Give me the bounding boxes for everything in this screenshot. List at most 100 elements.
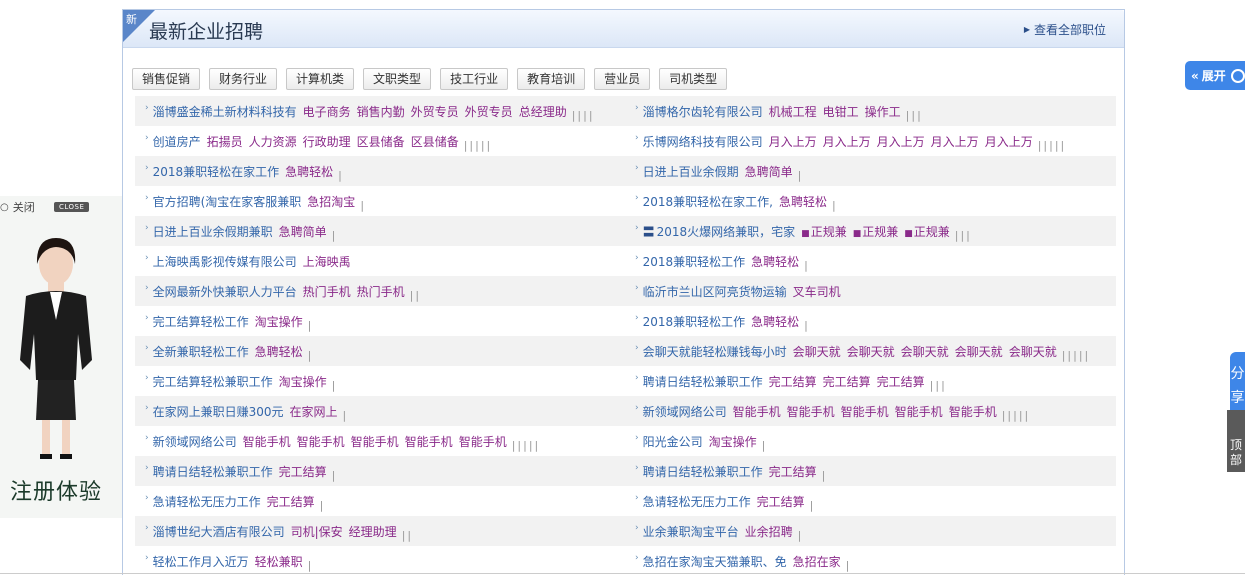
job-tag-link[interactable]: 急聘轻松 (751, 253, 799, 270)
job-tag-link[interactable]: 急聘轻松 (751, 313, 799, 330)
job-tag-link[interactable]: 会聊天就 (847, 343, 895, 360)
back-to-top-button[interactable]: 顶部 (1227, 410, 1245, 472)
company-link[interactable]: 2018兼职轻松工作 (643, 313, 746, 330)
company-link[interactable]: 急请轻松无压力工作 (643, 493, 751, 510)
job-tag-link[interactable]: 外贸专员 (411, 103, 459, 120)
job-tag-link[interactable]: 机械工程 (769, 103, 817, 120)
company-link[interactable]: 急招在家淘宝天猫兼职、免 (643, 553, 787, 570)
job-tag-link[interactable]: 电子商务 (303, 103, 351, 120)
job-tag-link[interactable]: 会聊天就 (955, 343, 1003, 360)
company-link[interactable]: 2018兼职轻松在家工作, (643, 193, 773, 210)
job-tag-link[interactable]: 智能手机 (243, 433, 291, 450)
job-tag-link[interactable]: 月入上万 (823, 133, 871, 150)
category-button[interactable]: 教育培训 (517, 68, 586, 90)
ad-register-cta[interactable]: 注册体验 (10, 474, 102, 506)
job-tag-link[interactable]: 急聘简单 (745, 163, 793, 180)
category-button[interactable]: 营业员 (594, 68, 651, 90)
job-tag-link[interactable]: 正规兼 (904, 223, 950, 240)
job-tag-link[interactable]: 急招在家 (793, 553, 841, 570)
job-tag-link[interactable]: 完工结算 (757, 493, 805, 510)
job-tag-link[interactable]: 会聊天就 (793, 343, 841, 360)
job-tag-link[interactable]: 淘宝操作 (255, 313, 303, 330)
job-tag-link[interactable]: 业余招聘 (745, 523, 793, 540)
job-tag-link[interactable]: 完工结算 (877, 373, 925, 390)
job-tag-link[interactable]: 智能手机 (351, 433, 399, 450)
company-link[interactable]: 乐博网络科技有限公司 (643, 133, 763, 150)
job-tag-link[interactable]: 电钳工 (823, 103, 859, 120)
company-link[interactable]: 临沂市兰山区阿亮货物运输 (643, 283, 787, 300)
job-tag-link[interactable]: 急聘轻松 (255, 343, 303, 360)
job-tag-link[interactable]: 热门手机 (303, 283, 351, 300)
company-link[interactable]: 业余兼职淘宝平台 (643, 523, 739, 540)
company-link[interactable]: 淄博盛金稀土新材料科技有 (153, 103, 297, 120)
company-link[interactable]: 淄博格尔齿轮有限公司 (643, 103, 763, 120)
ad-close-badge[interactable]: CLOSE (54, 202, 90, 212)
job-tag-link[interactable]: 月入上万 (985, 133, 1033, 150)
job-tag-link[interactable]: 月入上万 (769, 133, 817, 150)
left-floating-ad[interactable]: ○ 关闭 CLOSE 注册体验 (0, 196, 122, 518)
company-link[interactable]: 2018兼职轻松在家工作 (153, 163, 280, 180)
category-button[interactable]: 文职类型 (363, 68, 432, 90)
job-tag-link[interactable]: 急聘轻松 (285, 163, 333, 180)
job-tag-link[interactable]: 操作工 (865, 103, 901, 120)
job-tag-link[interactable]: 销售内勤 (357, 103, 405, 120)
job-tag-link[interactable]: 司机|保安 (291, 523, 343, 540)
job-tag-link[interactable]: 智能手机 (949, 403, 997, 420)
job-tag-link[interactable]: 月入上万 (877, 133, 925, 150)
job-tag-link[interactable]: 拓揚员 (207, 133, 243, 150)
job-tag-link[interactable]: 淘宝操作 (709, 433, 757, 450)
job-tag-link[interactable]: 正规兼 (853, 223, 898, 240)
company-link[interactable]: 全网最新外快兼职人力平台 (153, 283, 297, 300)
job-tag-link[interactable]: 智能手机 (733, 403, 781, 420)
company-link[interactable]: 聘请日结轻松兼职工作 (153, 463, 273, 480)
category-button[interactable]: 计算机类 (286, 68, 355, 90)
job-tag-link[interactable]: 正规兼 (801, 223, 847, 240)
company-link[interactable]: 完工结算轻松工作 (153, 313, 249, 330)
company-link[interactable]: 淄博世纪大酒店有限公司 (153, 523, 285, 540)
company-link[interactable]: 新领域网络公司 (153, 433, 237, 450)
job-tag-link[interactable]: 轻松兼职 (255, 553, 303, 570)
job-tag-link[interactable]: 完工结算 (823, 373, 871, 390)
company-link[interactable]: 日进上百业余假期 (643, 163, 739, 180)
job-tag-link[interactable]: 月入上万 (931, 133, 979, 150)
company-link[interactable]: 官方招聘(淘宝在家客服兼职 (153, 193, 302, 210)
job-tag-link[interactable]: 区县储备 (357, 133, 405, 150)
category-button[interactable]: 技工行业 (440, 68, 509, 90)
job-tag-link[interactable]: 智能手机 (405, 433, 453, 450)
job-tag-link[interactable]: 外贸专员 (465, 103, 513, 120)
category-button[interactable]: 财务行业 (209, 68, 278, 90)
company-link[interactable]: 聘请日结轻松兼职工作 (643, 373, 763, 390)
job-tag-link[interactable]: 行政助理 (303, 133, 351, 150)
job-tag-link[interactable]: 智能手机 (895, 403, 943, 420)
company-link[interactable]: 聘请日结轻松兼职工作 (643, 463, 763, 480)
job-tag-link[interactable]: 完工结算 (267, 493, 315, 510)
job-tag-link[interactable]: 急聘简单 (279, 223, 327, 240)
job-tag-link[interactable]: 经理助理 (349, 523, 397, 540)
company-link[interactable]: 急请轻松无压力工作 (153, 493, 261, 510)
company-link[interactable]: 轻松工作月入近万 (153, 553, 249, 570)
job-tag-link[interactable]: 完工结算 (769, 373, 817, 390)
company-link[interactable]: 完工结算轻松兼职工作 (153, 373, 273, 390)
expand-button[interactable]: « 展开 (1185, 61, 1245, 90)
company-link[interactable]: 新领域网络公司 (643, 403, 727, 420)
company-link[interactable]: 2018火爆网络兼职，宅家 (657, 223, 796, 240)
job-tag-link[interactable]: 上海映禹 (303, 253, 351, 270)
job-tag-link[interactable]: 急招淘宝 (307, 193, 355, 210)
company-link[interactable]: 全新兼职轻松工作 (153, 343, 249, 360)
job-tag-link[interactable]: 人力资源 (249, 133, 297, 150)
job-tag-link[interactable]: 在家网上 (290, 403, 338, 420)
company-link[interactable]: 会聊天就能轻松赚钱每小时 (643, 343, 787, 360)
job-tag-link[interactable]: 完工结算 (279, 463, 327, 480)
company-link[interactable]: 创道房产 (153, 133, 201, 150)
job-tag-link[interactable]: 热门手机 (357, 283, 405, 300)
category-button[interactable]: 司机类型 (659, 68, 728, 90)
job-tag-link[interactable]: 会聊天就 (1009, 343, 1057, 360)
company-link[interactable]: 日进上百业余假期兼职 (153, 223, 273, 240)
view-all-jobs-link[interactable]: ▶ 查看全部职位 (1024, 21, 1106, 38)
ad-close-button[interactable]: ○ 关闭 (0, 199, 35, 215)
job-tag-link[interactable]: 总经理助 (519, 103, 567, 120)
company-link[interactable]: 2018兼职轻松工作 (643, 253, 746, 270)
job-tag-link[interactable]: 智能手机 (297, 433, 345, 450)
job-tag-link[interactable]: 急聘轻松 (779, 193, 827, 210)
job-tag-link[interactable]: 智能手机 (459, 433, 507, 450)
